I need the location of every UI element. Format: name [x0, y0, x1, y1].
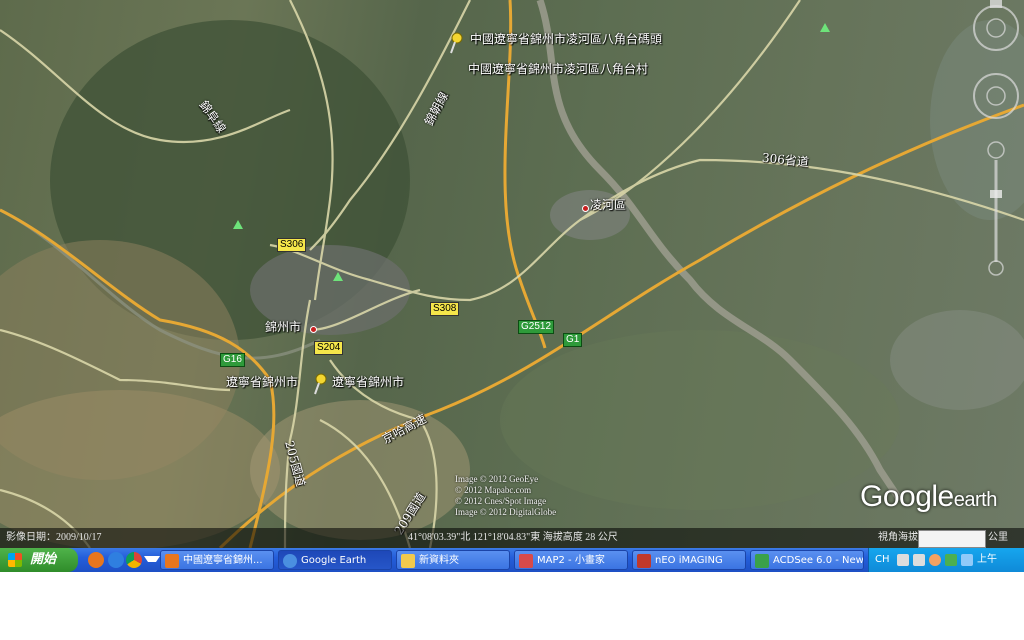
- city-dot-icon: [582, 205, 589, 212]
- chrome-icon[interactable]: [126, 552, 142, 568]
- pushpin-icon[interactable]: [448, 32, 464, 54]
- logo-google: Google: [860, 480, 954, 513]
- imagery-copyright: Image © 2012 GeoEye © 2012 Mapabc.com © …: [455, 474, 556, 518]
- taskbar-label: 新資料夾: [419, 555, 459, 566]
- place-label: 中國遼寧省錦州市凌河區八角台村: [468, 62, 649, 76]
- volume-icon[interactable]: [961, 554, 973, 566]
- satellite-imagery: [0, 0, 1024, 548]
- windows-taskbar: 開始 中國遼寧省錦州... Google Earth 新資料夾 MAP2 - 小…: [0, 548, 1024, 589]
- logo-earth: earth: [953, 489, 998, 511]
- taskbar-button-folder[interactable]: 新資料夾: [396, 550, 510, 570]
- road-shield: S204: [314, 341, 344, 355]
- start-button[interactable]: 開始: [0, 548, 78, 572]
- place-label: 遼寧省錦州市: [226, 375, 299, 389]
- copyright-line: © 2012 Cnes/Spot Image: [455, 496, 547, 506]
- chevron-down-icon[interactable]: [144, 556, 160, 570]
- taskbar-button-browser[interactable]: 中國遼寧省錦州...: [160, 550, 274, 570]
- city-dot-icon: [310, 326, 317, 333]
- network-icon[interactable]: [945, 554, 957, 566]
- acdsee-icon: [755, 554, 769, 568]
- taskbar-button-neo[interactable]: nEO iMAGING: [632, 550, 746, 570]
- clock: 上午 11:33: [977, 554, 1006, 589]
- start-label: 開始: [30, 552, 57, 567]
- firefox-icon[interactable]: [88, 552, 104, 568]
- copyright-line: Image © 2012 GeoEye: [455, 474, 539, 484]
- road-shield: G16: [220, 353, 245, 367]
- imagery-date: 影像日期：2009/10/17: [6, 532, 102, 543]
- google-earth-logo: Googleearth: [860, 480, 997, 514]
- ime-icon[interactable]: [897, 554, 909, 566]
- windows-logo-icon: [8, 553, 22, 567]
- park-icon: [333, 272, 343, 281]
- pushpin-icon[interactable]: [312, 373, 328, 395]
- firefox-icon: [165, 554, 179, 568]
- park-icon: [233, 220, 243, 229]
- status-bar: 影像日期：2009/10/17 41°08'03.39"北 121°18'04.…: [0, 528, 1024, 548]
- taskbar-button-paint[interactable]: MAP2 - 小畫家: [514, 550, 628, 570]
- eye-altitude-label: 視角海拔: [878, 532, 918, 543]
- taskbar-label: MAP2 - 小畫家: [537, 555, 605, 566]
- place-label: 中國遼寧省錦州市凌河區八角台碼頭: [470, 32, 663, 46]
- taskbar-label: Google Earth: [301, 555, 367, 566]
- scale-unit: 公里: [988, 532, 1008, 543]
- taskbar-button-acdsee[interactable]: ACDSee 6.0 - New ...: [750, 550, 864, 570]
- coordinates-readout: 41°08'03.39"北 121°18'04.83"東 海拔高度 28 公尺: [408, 532, 618, 543]
- map-view[interactable]: 中國遼寧省錦州市凌河區八角台碼頭 中國遼寧省錦州市凌河區八角台村 凌河區 錦州市…: [0, 0, 1024, 548]
- park-icon: [820, 23, 830, 32]
- google-earth-icon: [283, 554, 297, 568]
- neo-imaging-icon: [637, 554, 651, 568]
- tray-app-icon[interactable]: [929, 554, 941, 566]
- place-label: 凌河區: [590, 198, 627, 212]
- taskbar-label: ACDSee 6.0 - New ...: [773, 555, 864, 566]
- copyright-line: Image © 2012 DigitalGlobe: [455, 507, 557, 517]
- place-label: 錦州市: [265, 320, 302, 334]
- road-shield: G1: [563, 333, 583, 347]
- folder-icon: [401, 554, 415, 568]
- ie-icon[interactable]: [108, 552, 124, 568]
- ime-toolbar[interactable]: [918, 530, 986, 548]
- place-label: 遼寧省錦州市: [332, 375, 405, 389]
- navigation-controls[interactable]: [968, 0, 1024, 290]
- road-shield: G2512: [518, 320, 555, 334]
- taskbar-label: nEO iMAGING: [655, 555, 723, 566]
- road-shield: S308: [430, 302, 460, 316]
- taskbar-label: 中國遼寧省錦州...: [183, 555, 263, 566]
- system-tray: CH 上午 11:33: [868, 548, 1024, 589]
- paint-icon: [519, 554, 533, 568]
- copyright-line: © 2012 Mapabc.com: [455, 485, 532, 495]
- road-shield: S306: [277, 238, 307, 252]
- language-indicator[interactable]: CH: [875, 548, 890, 572]
- help-icon[interactable]: [913, 554, 925, 566]
- taskbar-button-google-earth[interactable]: Google Earth: [278, 550, 392, 570]
